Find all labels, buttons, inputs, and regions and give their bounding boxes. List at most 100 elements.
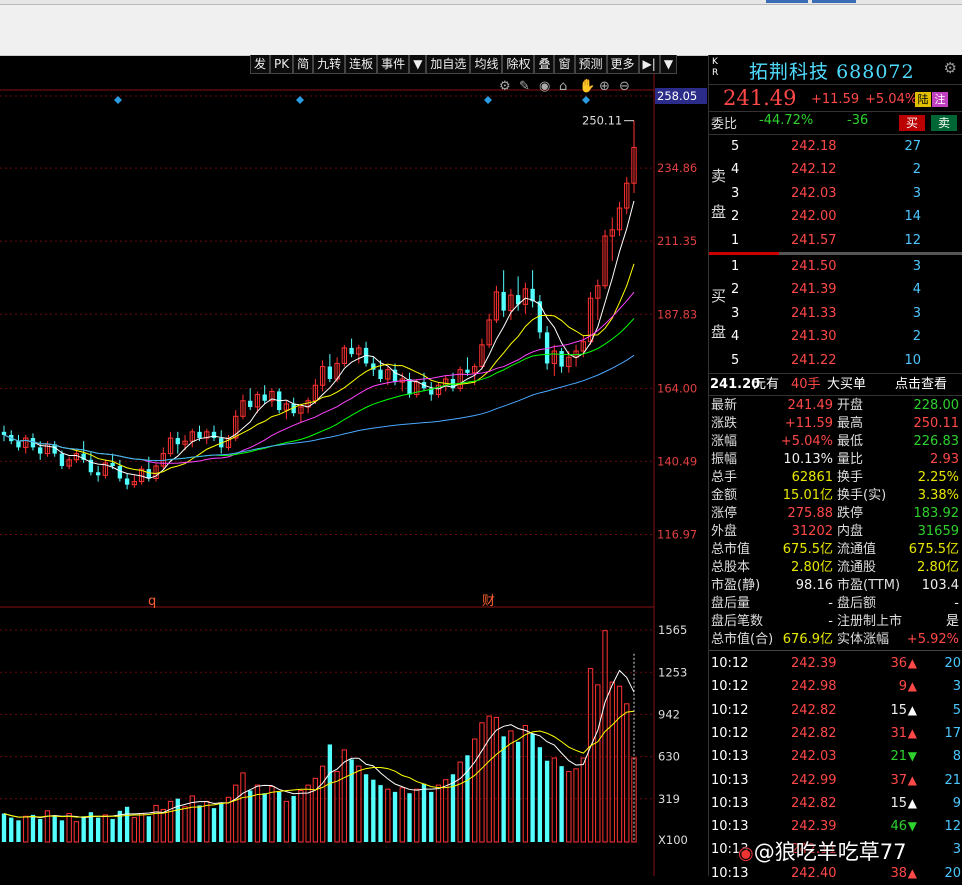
volume-axis-label: X100	[658, 833, 688, 847]
tick-price: 242.39	[791, 819, 837, 835]
tab-indicator[interactable]	[812, 0, 856, 3]
lock-icon[interactable]: ⌂	[559, 79, 567, 94]
ask-row[interactable]: 4 242.12 2	[709, 162, 962, 185]
toolbar-item[interactable]: 窗	[554, 55, 575, 74]
tick-time: 10:12	[711, 656, 749, 671]
tick-time: 10:12	[711, 725, 749, 741]
stat-label: 最新	[711, 398, 738, 413]
toolbar-item[interactable]: ▶|	[638, 55, 660, 74]
stat-row: 涨跌 +11.59 最高 250.11	[709, 415, 962, 433]
stat-label: 外盘	[711, 524, 738, 539]
stat-value: 2.25%	[917, 470, 959, 485]
price: 241.22	[791, 352, 837, 368]
toolbar-item[interactable]: ▼	[659, 55, 678, 74]
stat-value: -	[954, 596, 959, 611]
toolbar-item[interactable]: 加自选	[426, 55, 471, 74]
arrow-up-icon: ▲	[907, 795, 917, 810]
candle-body	[378, 369, 383, 379]
price: 241.39	[791, 282, 837, 298]
toolbar-item[interactable]: 事件	[377, 55, 410, 74]
volume: 2	[912, 162, 921, 178]
candle-body	[95, 472, 101, 476]
price: 242.12	[791, 162, 837, 178]
tick-count: 12	[944, 819, 961, 835]
toolbar-item[interactable]: 更多	[606, 55, 639, 74]
tick-volume: 36	[890, 656, 907, 671]
toolbar-item[interactable]: 九转	[313, 55, 346, 74]
bid-row[interactable]: 3 241.33 3	[709, 306, 962, 329]
toolbar-item[interactable]: 发	[250, 55, 271, 74]
price-axis-label: 116.97	[657, 528, 697, 542]
toolbar-item[interactable]: PK	[270, 55, 294, 74]
stat-value: 228.00	[913, 398, 960, 413]
arrow-up-icon: ▲	[907, 865, 917, 880]
gear-icon[interactable]: ⚙	[944, 59, 957, 77]
volume: 12	[904, 232, 921, 248]
tick-row: 10:13 242.39 46 ▼ 12	[709, 815, 962, 838]
toolbar-item[interactable]: 均线	[470, 55, 503, 74]
tick-price: 242.03	[791, 749, 837, 765]
stat-label: 盘后笔数	[711, 614, 764, 629]
tick-count: 9	[952, 795, 961, 811]
volume-bar	[544, 760, 550, 842]
stat-label: 涨停	[711, 506, 738, 521]
candle-body	[1, 431, 7, 435]
bid-row[interactable]: 2 241.39 4	[709, 282, 962, 305]
volume: 14	[904, 209, 921, 225]
stat-value: 226.83	[913, 434, 960, 449]
ask-row[interactable]: 2 242.00 14	[709, 209, 962, 232]
toolbar-item[interactable]: 简	[293, 55, 314, 74]
volume-bar	[421, 783, 427, 842]
volume-axis-label: 1253	[658, 665, 687, 679]
level: 5	[731, 139, 740, 154]
eye-icon[interactable]: ◉	[539, 79, 550, 94]
price: 241.50	[791, 259, 837, 274]
candle-body	[117, 466, 123, 479]
tick-row: 10:12 242.82 31 ▲ 17	[709, 722, 962, 745]
price: 241.57	[791, 232, 837, 248]
sell-button[interactable]: 卖	[931, 115, 957, 131]
last-price: 241.49	[723, 86, 797, 110]
arrow-up-icon: ▲	[907, 656, 917, 670]
bid-row[interactable]: 1 241.50 3	[709, 259, 962, 282]
tab-indicator[interactable]	[766, 0, 808, 3]
kr-badge: K R	[712, 57, 719, 78]
toolbar-item[interactable]: ▼	[409, 55, 427, 74]
zoom-in-icon[interactable]: ⊕	[599, 79, 610, 94]
tick-volume: 37	[890, 772, 907, 788]
volume-axis-label: 319	[658, 792, 680, 806]
candle-body	[262, 394, 267, 401]
volume-bar	[95, 817, 101, 842]
kline-chart[interactable]: 258.05 234.86 211.35 187.83 164.00 140.49 116.…	[0, 74, 708, 876]
big-order-link[interactable]: 点击查看	[895, 375, 947, 395]
arrow-down-icon: ▼	[907, 819, 917, 834]
hand-icon[interactable]: ✋	[579, 78, 595, 94]
bid-row[interactable]: 4 241.30 2	[709, 329, 962, 352]
volume-bar	[515, 741, 521, 842]
zoom-out-icon[interactable]: ⊖	[619, 79, 630, 94]
tick-row: 10:13 242.82 15 ▲ 9	[709, 792, 962, 815]
toolbar-item[interactable]: 连板	[345, 55, 378, 74]
stat-value: -	[828, 614, 833, 629]
tick-price: 242.98	[791, 679, 837, 695]
tick-count: 20	[944, 865, 961, 881]
toolbar-item[interactable]: 叠	[534, 55, 555, 74]
pen-icon[interactable]: ✎	[519, 79, 530, 94]
stat-label: 盘后量	[711, 596, 751, 611]
hk-connect-badge: 陆	[915, 92, 931, 107]
volume-axis-label: 630	[658, 750, 680, 764]
ask-row[interactable]: 3 242.03 3	[709, 186, 962, 209]
settings-icon[interactable]: ⚙	[499, 79, 511, 94]
volume-bar	[52, 816, 57, 842]
stat-row: 振幅 10.13% 量比 2.93	[709, 451, 962, 469]
level: 2	[731, 209, 740, 225]
toolbar-item[interactable]: 除权	[502, 55, 535, 74]
big-order-row[interactable]: 241.20 元有 40手 大买单 点击查看	[709, 375, 962, 397]
stat-value: 250.11	[913, 416, 960, 431]
stat-label: 总市值	[711, 542, 751, 557]
stat-row: 最新 241.49 开盘 228.00	[709, 397, 962, 415]
ask-row[interactable]: 5 242.18 27	[709, 139, 962, 162]
buy-button[interactable]: 买	[899, 115, 925, 131]
event-marker: q	[148, 594, 156, 609]
toolbar-item[interactable]: 预测	[574, 55, 607, 74]
